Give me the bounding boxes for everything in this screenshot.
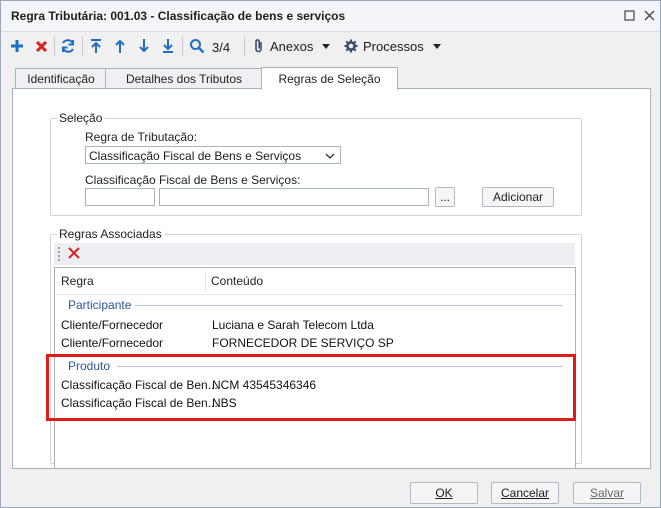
tab-identificacao[interactable]: Identificação <box>15 68 107 89</box>
regra-tributacao-label: Regra de Tributação: <box>85 130 198 144</box>
processos-label: Processos <box>363 38 424 54</box>
selecao-group-title: Seleção <box>57 111 105 125</box>
column-divider[interactable] <box>205 271 206 291</box>
processos-menu[interactable]: Processos <box>344 36 444 56</box>
gear-icon <box>344 39 358 53</box>
tab-label: Regras de Seleção <box>278 72 381 86</box>
salvar-button[interactable]: Salvar <box>573 482 641 504</box>
next-record-button[interactable] <box>136 36 152 56</box>
plus-icon <box>11 40 23 52</box>
caret-down-icon <box>432 44 441 49</box>
first-record-button[interactable] <box>88 36 104 56</box>
previous-record-button[interactable] <box>112 36 128 56</box>
group-divider <box>135 305 563 306</box>
browse-button-label: ... <box>439 190 450 204</box>
ok-button-label: OK <box>435 486 453 500</box>
tab-label: Detalhes dos Tributos <box>125 72 243 86</box>
adicionar-button[interactable]: Adicionar <box>482 187 554 207</box>
column-header-regra[interactable]: Regra <box>61 274 94 288</box>
maximize-icon <box>623 9 635 21</box>
refresh-icon <box>62 39 74 53</box>
maximize-button[interactable] <box>621 7 637 23</box>
caret-down-icon <box>322 44 331 49</box>
arrow-to-bottom-icon <box>163 39 173 53</box>
arrow-up-icon <box>115 39 125 53</box>
arrow-down-icon <box>139 39 149 53</box>
browse-button[interactable]: ... <box>435 187 455 207</box>
column-header-conteudo[interactable]: Conteúdo <box>211 274 263 288</box>
table-header: Regra Conteúdo <box>55 268 575 295</box>
refresh-button[interactable] <box>59 36 77 56</box>
regra-tributacao-value: Classificação Fiscal de Bens e Serviços <box>89 149 302 163</box>
cancelar-button-label: Cancelar <box>500 486 550 500</box>
regra-tributacao-select[interactable]: Classificação Fiscal de Bens e Serviços <box>85 146 341 164</box>
toolbar-grip[interactable] <box>58 247 62 261</box>
ok-button[interactable]: OK <box>410 482 478 504</box>
classificacao-description-input[interactable] <box>159 188 429 206</box>
classificacao-code-input[interactable] <box>85 188 155 206</box>
close-button[interactable] <box>641 7 657 23</box>
group-header-participante[interactable]: Participante <box>68 298 131 312</box>
cancelar-button[interactable]: Cancelar <box>491 482 559 504</box>
cell-conteudo: Luciana e Sarah Telecom Ltda <box>212 318 374 332</box>
toolbar-separator <box>244 36 245 56</box>
last-record-button[interactable] <box>160 36 176 56</box>
toolbar-separator <box>182 36 183 56</box>
tab-label: Identificação <box>27 72 95 86</box>
adicionar-button-label: Adicionar <box>492 190 544 204</box>
arrow-to-top-icon <box>91 39 101 53</box>
toolbar-separator <box>54 36 55 56</box>
title-bar: Regra Tributária: 001.03 - Classificação… <box>1 1 660 32</box>
anexos-menu[interactable]: Anexos <box>253 36 337 56</box>
dialog-window: Regra Tributária: 001.03 - Classificação… <box>0 0 661 508</box>
search-icon <box>190 39 205 54</box>
delete-x-icon <box>35 40 47 52</box>
toolbar: 3/4 Anexos Processos <box>1 32 660 60</box>
anexos-label: Anexos <box>270 38 314 54</box>
cell-conteudo: FORNECEDOR DE SERVIÇO SP <box>212 336 394 350</box>
tab-detalhes-dos-tributos[interactable]: Detalhes dos Tributos <box>105 68 263 89</box>
remove-rule-button[interactable] <box>67 246 83 262</box>
classificacao-fiscal-label: Classificação Fiscal de Bens e Serviços: <box>85 173 301 187</box>
delete-button[interactable] <box>33 36 49 56</box>
search-button[interactable] <box>188 36 206 56</box>
close-icon <box>644 10 654 20</box>
cell-regra: Cliente/Fornecedor <box>61 336 164 350</box>
toolbar-separator <box>82 36 83 56</box>
highlight-annotation <box>46 354 576 421</box>
selecao-group: Seleção Regra de Tributação: Classificaç… <box>50 111 582 216</box>
tab-regras-de-selecao[interactable]: Regras de Seleção <box>261 67 398 90</box>
delete-x-icon <box>68 247 80 259</box>
regras-toolbar <box>54 243 575 265</box>
regras-associadas-title: Regras Associadas <box>57 227 164 241</box>
add-button[interactable] <box>9 36 25 56</box>
salvar-button-label: Salvar <box>589 486 624 500</box>
record-position: 3/4 <box>212 40 231 55</box>
paperclip-icon <box>255 39 262 53</box>
chevron-down-icon <box>325 153 335 159</box>
cell-regra: Cliente/Fornecedor <box>61 318 164 332</box>
window-title: Regra Tributária: 001.03 - Classificação… <box>11 9 346 23</box>
